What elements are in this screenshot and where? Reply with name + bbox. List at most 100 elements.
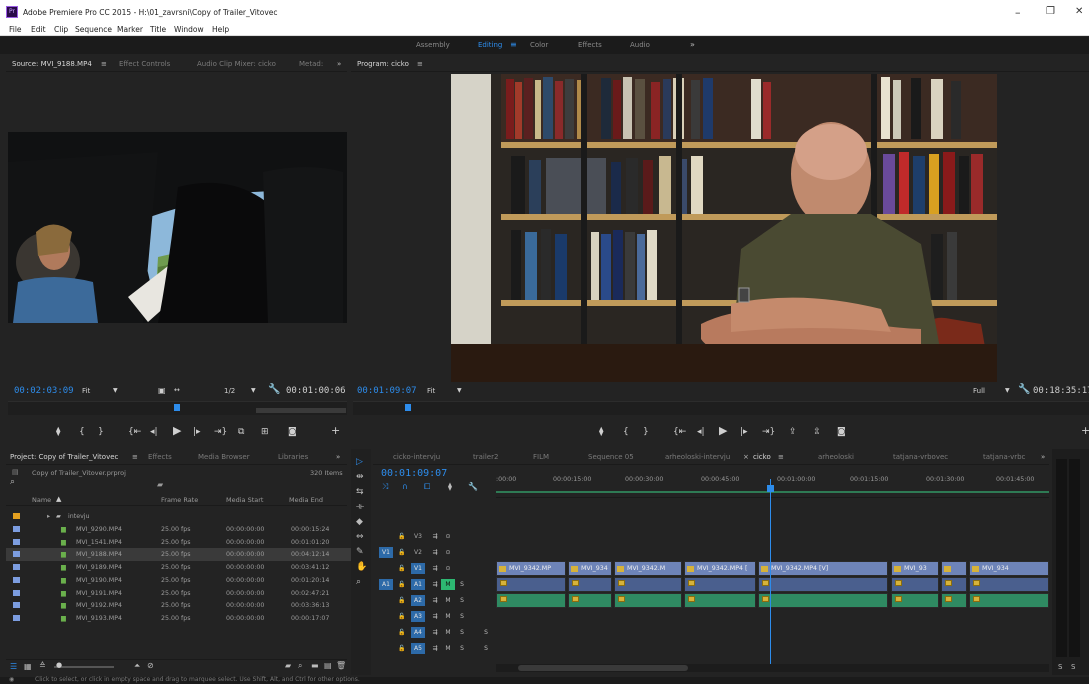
menu-edit[interactable]: Edit xyxy=(31,25,46,34)
lock-icon[interactable]: 🔓 xyxy=(395,595,409,606)
new-bin-icon[interactable]: ▰ xyxy=(157,480,163,489)
column-frame-rate[interactable]: Frame Rate xyxy=(161,496,198,504)
list-view-icon[interactable]: ☰ xyxy=(10,662,17,671)
mute-button[interactable]: M xyxy=(441,595,455,606)
workspace-audio[interactable]: Audio xyxy=(630,41,650,49)
sequence-tab[interactable]: FILM xyxy=(533,453,549,461)
step-back-icon[interactable]: ◂| xyxy=(150,427,158,437)
audio-clip[interactable] xyxy=(969,593,1049,608)
solo-button[interactable]: S xyxy=(455,579,469,590)
project-overflow-icon[interactable]: » xyxy=(336,453,340,461)
mute-button[interactable]: M xyxy=(441,611,455,622)
go-to-out-icon[interactable]: ⇥} xyxy=(762,427,775,437)
automate-icon[interactable]: ⏶ xyxy=(134,661,140,671)
go-to-in-icon[interactable]: {⇤ xyxy=(128,427,141,437)
close-button[interactable]: ✕ xyxy=(1075,6,1083,17)
sync-lock-icon[interactable]: ⇶ xyxy=(428,547,442,558)
timeline-menu-icon[interactable]: ≡ xyxy=(778,453,784,461)
step-forward-icon[interactable]: |▸ xyxy=(740,427,748,437)
meter-solo-left[interactable]: S xyxy=(1058,663,1062,671)
menu-sequence[interactable]: Sequence xyxy=(75,25,112,34)
project-row[interactable]: ▆ MVI_1541.MP4 25.00 fps 00:00:00:00 00:01:0… xyxy=(6,536,351,549)
wrench-icon[interactable]: 🔧 xyxy=(1018,384,1030,395)
trash-icon[interactable]: 🗑 xyxy=(336,661,346,670)
column-media-end[interactable]: Media End xyxy=(289,496,323,504)
export-frame-icon[interactable]: ◙ xyxy=(288,427,297,437)
solo-button[interactable]: S xyxy=(455,627,469,638)
project-row[interactable]: ▆ MVI_9192.MP4 25.00 fps 00:00:00:00 00:03:3… xyxy=(6,599,351,612)
track-target[interactable]: V3 xyxy=(411,531,425,542)
minimize-button[interactable]: – xyxy=(1015,6,1021,19)
column-name[interactable]: Name xyxy=(32,496,51,504)
mark-out-icon[interactable]: } xyxy=(643,427,649,437)
folder-footer-icon[interactable]: ▬ xyxy=(311,661,319,670)
lock-icon[interactable]: 🔓 xyxy=(395,531,409,542)
project-row[interactable]: ▆ MVI_9189.MP4 25.00 fps 00:00:00:00 00:03:4… xyxy=(6,561,351,574)
video-clip[interactable]: MVI_93 xyxy=(891,561,939,576)
play-icon[interactable]: ▶ xyxy=(173,425,181,436)
sequence-tab[interactable]: arheoloski xyxy=(818,453,854,461)
menu-title[interactable]: Title xyxy=(150,25,166,34)
lock-icon[interactable]: 🔓 xyxy=(395,579,409,590)
mark-in-icon[interactable]: { xyxy=(623,427,629,437)
icon-view-icon[interactable]: ▦ xyxy=(24,662,32,671)
sync-lock-icon[interactable]: ⇶ xyxy=(428,595,442,606)
voice-over-icon[interactable]: S xyxy=(479,643,493,654)
lock-icon[interactable]: 🔓 xyxy=(395,547,409,558)
rolling-edit-tool-icon[interactable]: ⟛ xyxy=(356,502,364,512)
source-patch[interactable]: V1 xyxy=(379,547,393,558)
audio-clip[interactable] xyxy=(891,577,939,592)
hand-tool-icon[interactable]: ✋ xyxy=(356,562,367,572)
tab-effect-controls[interactable]: Effect Controls xyxy=(119,60,170,68)
project-row[interactable]: ▆ MVI_9191.MP4 25.00 fps 00:00:00:00 00:02:4… xyxy=(6,587,351,600)
add-marker-icon[interactable]: ⧫ xyxy=(448,482,452,491)
eye-icon[interactable]: ⊙ xyxy=(441,547,455,558)
audio-clip[interactable] xyxy=(568,577,612,592)
audio-clip[interactable] xyxy=(614,577,682,592)
project-row[interactable]: ▆ MVI_9188.MP4 25.00 fps 00:00:00:00 00:04:1… xyxy=(6,548,351,561)
tab-metadata[interactable]: Metad: xyxy=(299,60,323,68)
program-panel-menu-icon[interactable]: ≡ xyxy=(417,60,423,68)
timeline-playhead[interactable] xyxy=(766,479,774,665)
insert-icon[interactable]: ⧉ xyxy=(238,427,244,437)
audio-clip[interactable] xyxy=(568,593,612,608)
menu-file[interactable]: File xyxy=(9,25,22,34)
mute-button[interactable]: M xyxy=(441,643,455,654)
sort-icon[interactable]: ≙ xyxy=(39,661,46,670)
sequence-tab[interactable]: cicko-intervju xyxy=(393,453,440,461)
source-overflow-icon[interactable]: » xyxy=(337,60,341,68)
drag-video-icon[interactable]: ▣ xyxy=(158,386,166,395)
track-target[interactable]: V2 xyxy=(411,547,425,558)
pen-tool-icon[interactable]: ✎ xyxy=(356,547,364,557)
source-panel-menu-icon[interactable]: ≡ xyxy=(101,60,107,68)
sort-ascending-icon[interactable]: ▲ xyxy=(56,495,61,503)
audio-clip[interactable] xyxy=(614,593,682,608)
sequence-tab[interactable]: tatjana-vrbc xyxy=(983,453,1025,461)
timeline-scrollbar[interactable] xyxy=(496,664,1049,672)
drag-audio-icon[interactable]: ↔ xyxy=(174,386,180,394)
search-icon[interactable]: ⌕ xyxy=(10,477,15,487)
sync-lock-icon[interactable]: ⇶ xyxy=(428,611,442,622)
chevron-down-icon[interactable]: ▼ xyxy=(1005,387,1010,394)
workspace-editing[interactable]: Editing xyxy=(478,41,502,49)
mute-button[interactable]: M xyxy=(441,627,455,638)
track-target[interactable]: A4 xyxy=(411,627,425,638)
step-back-icon[interactable]: ◂| xyxy=(697,427,705,437)
zoom-slider[interactable] xyxy=(54,666,114,668)
folder-row[interactable]: ▸ ▰ intevju xyxy=(6,510,351,523)
track-area[interactable]: MVI_9342.MP MVI_934 MVI_9342.M MVI_9342.MP4… xyxy=(496,499,1049,665)
project-row[interactable]: ▆ MVI_9193.MP4 25.00 fps 00:00:00:00 00:00:1… xyxy=(6,612,351,625)
sync-lock-icon[interactable]: ⇶ xyxy=(428,563,442,574)
timeline-overflow-icon[interactable]: » xyxy=(1041,453,1045,461)
source-timecode[interactable]: 00:02:03:09 xyxy=(14,386,74,396)
source-patch[interactable]: A1 xyxy=(379,579,393,590)
new-item-icon[interactable]: ▤ xyxy=(324,661,332,670)
eye-icon[interactable]: ⊙ xyxy=(441,531,455,542)
tab-source[interactable]: Source: MVI_9188.MP4 xyxy=(12,60,92,68)
sequence-tab[interactable]: tatjana-vrbovec xyxy=(893,453,948,461)
source-playhead[interactable] xyxy=(174,404,181,411)
solo-button[interactable]: S xyxy=(455,643,469,654)
voice-over-icon[interactable]: S xyxy=(479,627,493,638)
lock-icon[interactable]: 🔓 xyxy=(395,643,409,654)
lock-icon[interactable]: 🔓 xyxy=(395,627,409,638)
